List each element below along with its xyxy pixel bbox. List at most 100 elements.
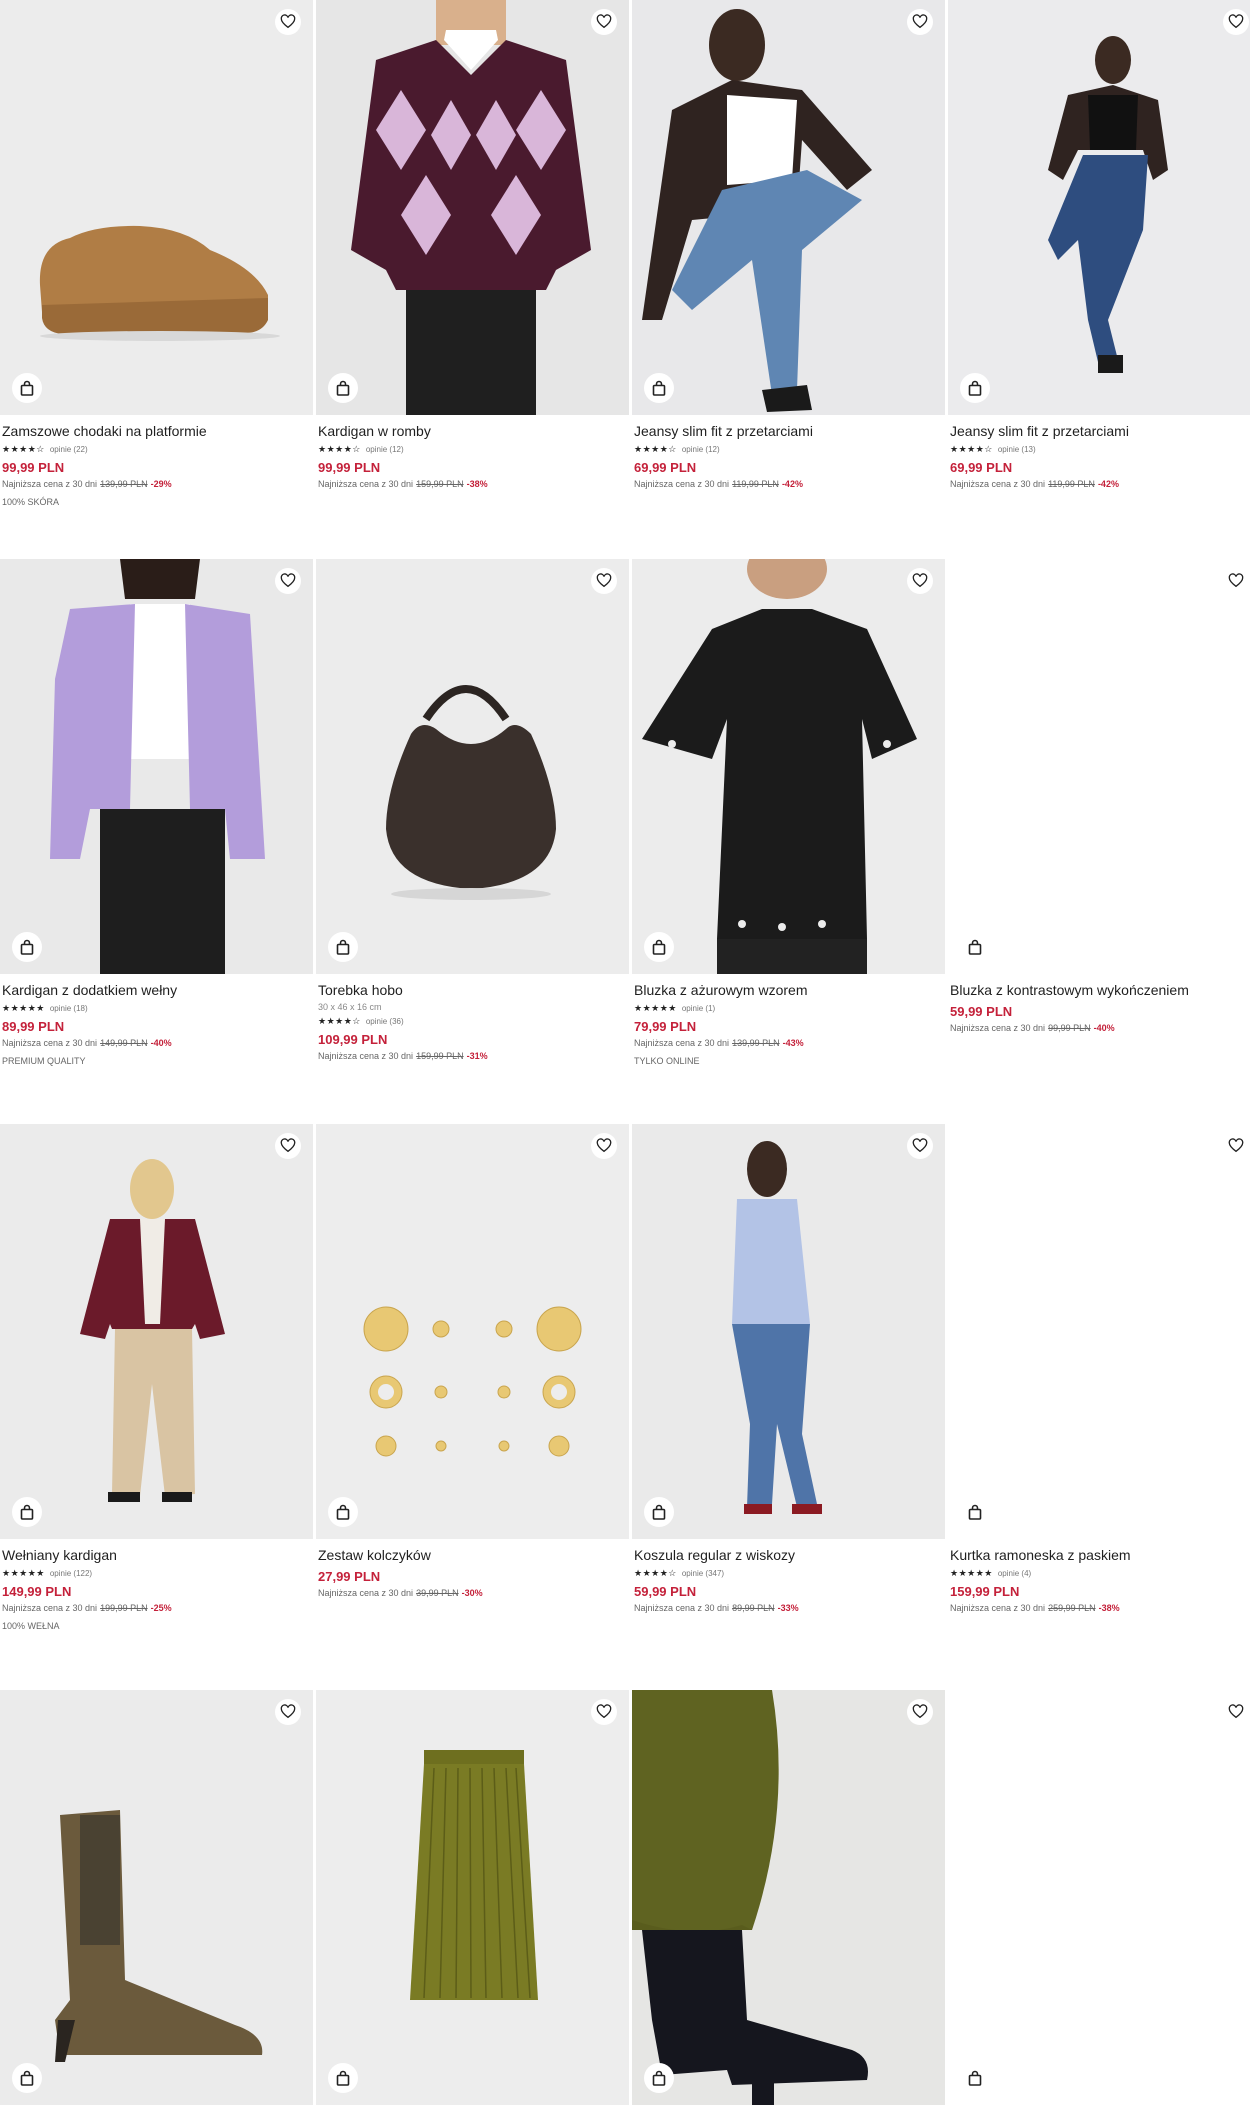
- product-name[interactable]: Kardigan w romby: [318, 423, 627, 440]
- product-card[interactable]: [632, 1690, 945, 2105]
- product-image[interactable]: [632, 1124, 945, 1539]
- product-name[interactable]: Kurtka ramoneska z paskiem: [950, 1547, 1250, 1564]
- product-name[interactable]: Bluzka z kontrastowym wykończeniem: [950, 982, 1250, 999]
- add-to-cart-button[interactable]: [328, 2063, 358, 2093]
- product-card[interactable]: [948, 1690, 1250, 2105]
- product-image[interactable]: [316, 0, 629, 415]
- favorite-button[interactable]: [1223, 568, 1249, 594]
- favorite-button[interactable]: [275, 9, 301, 35]
- product-card[interactable]: Torebka hobo 30 x 46 x 16 cm ★★★★☆ opinie…: [316, 559, 629, 1061]
- review-count[interactable]: opinie (1): [682, 1004, 715, 1013]
- add-to-cart-button[interactable]: [960, 373, 990, 403]
- product-image[interactable]: [0, 1690, 313, 2105]
- add-to-cart-button[interactable]: [960, 1497, 990, 1527]
- favorite-button[interactable]: [1223, 9, 1249, 35]
- lowest-price-info: Najniższa cena z 30 dni 89,99 PLN -33%: [634, 1603, 799, 1613]
- add-to-cart-button[interactable]: [12, 1497, 42, 1527]
- review-count[interactable]: opinie (347): [682, 1569, 724, 1578]
- add-to-cart-button[interactable]: [12, 373, 42, 403]
- lowest-price-info: Najniższa cena z 30 dni 139,99 PLN -43%: [634, 1038, 804, 1048]
- product-image[interactable]: [948, 1124, 1250, 1539]
- favorite-button[interactable]: [1223, 1133, 1249, 1159]
- product-card[interactable]: Kardigan z dodatkiem wełny ★★★★★ opinie (…: [0, 559, 313, 1066]
- product-image[interactable]: [316, 1690, 629, 2105]
- favorite-button[interactable]: [907, 1699, 933, 1725]
- heart-icon: [596, 14, 612, 30]
- add-to-cart-button[interactable]: [328, 373, 358, 403]
- favorite-button[interactable]: [1223, 1699, 1249, 1725]
- product-image[interactable]: [0, 1124, 313, 1539]
- add-to-cart-button[interactable]: [328, 1497, 358, 1527]
- add-to-cart-button[interactable]: [644, 932, 674, 962]
- product-image[interactable]: [316, 559, 629, 974]
- product-name[interactable]: Koszula regular z wiskozy: [634, 1547, 943, 1564]
- discount-badge: -25%: [150, 1603, 172, 1613]
- review-count[interactable]: opinie (22): [50, 445, 88, 454]
- favorite-button[interactable]: [591, 568, 617, 594]
- add-to-cart-button[interactable]: [960, 2063, 990, 2093]
- product-image[interactable]: [948, 559, 1250, 974]
- product-card[interactable]: Jeansy slim fit z przetarciami ★★★★☆ opin…: [948, 0, 1250, 489]
- product-price: 99,99 PLN: [318, 460, 381, 475]
- favorite-button[interactable]: [591, 1133, 617, 1159]
- product-card[interactable]: Kardigan w romby ★★★★☆ opinie (12) 99,99 …: [316, 0, 629, 489]
- product-name[interactable]: Torebka hobo: [318, 982, 627, 999]
- product-image[interactable]: [632, 1690, 945, 2105]
- add-to-cart-button[interactable]: [644, 373, 674, 403]
- product-image[interactable]: [948, 1690, 1250, 2105]
- review-count[interactable]: opinie (18): [50, 1004, 88, 1013]
- product-dimensions: 30 x 46 x 16 cm: [318, 1002, 382, 1012]
- favorite-button[interactable]: [907, 9, 933, 35]
- product-card[interactable]: Bluzka z kontrastowym wykończeniem 59,99…: [948, 559, 1250, 1033]
- shopping-bag-icon: [20, 939, 34, 955]
- favorite-button[interactable]: [275, 568, 301, 594]
- product-card[interactable]: Koszula regular z wiskozy ★★★★☆ opinie (3…: [632, 1124, 945, 1613]
- product-image[interactable]: [0, 0, 313, 415]
- heart-icon: [596, 1704, 612, 1720]
- review-count[interactable]: opinie (122): [50, 1569, 92, 1578]
- product-card[interactable]: Jeansy slim fit z przetarciami ★★★★☆ opin…: [632, 0, 945, 489]
- add-to-cart-button[interactable]: [960, 932, 990, 962]
- product-image[interactable]: [316, 1124, 629, 1539]
- product-card[interactable]: Kurtka ramoneska z paskiem ★★★★★ opinie (…: [948, 1124, 1250, 1613]
- favorite-button[interactable]: [275, 1699, 301, 1725]
- product-name[interactable]: Jeansy slim fit z przetarciami: [634, 423, 943, 440]
- review-count[interactable]: opinie (12): [366, 445, 404, 454]
- product-rating: ★★★★☆ opinie (13): [950, 443, 1250, 455]
- heart-icon: [1228, 1138, 1244, 1154]
- add-to-cart-button[interactable]: [12, 2063, 42, 2093]
- add-to-cart-button[interactable]: [644, 1497, 674, 1527]
- product-image[interactable]: [632, 559, 945, 974]
- product-image[interactable]: [632, 0, 945, 415]
- product-card[interactable]: [0, 1690, 313, 2105]
- add-to-cart-button[interactable]: [12, 932, 42, 962]
- product-name[interactable]: Zestaw kolczyków: [318, 1547, 627, 1564]
- rating-stars: ★★★★☆: [950, 443, 993, 454]
- product-name[interactable]: Jeansy slim fit z przetarciami: [950, 423, 1250, 440]
- product-card[interactable]: Zamszowe chodaki na platformie ★★★★☆ opin…: [0, 0, 313, 507]
- add-to-cart-button[interactable]: [328, 932, 358, 962]
- favorite-button[interactable]: [907, 568, 933, 594]
- product-image[interactable]: [948, 0, 1250, 415]
- product-name[interactable]: Wełniany kardigan: [2, 1547, 311, 1564]
- favorite-button[interactable]: [591, 9, 617, 35]
- review-count[interactable]: opinie (12): [682, 445, 720, 454]
- product-card[interactable]: Zestaw kolczyków 27,99 PLN Najniższa cen…: [316, 1124, 629, 1598]
- product-card[interactable]: [316, 1690, 629, 2105]
- product-price: 69,99 PLN: [634, 460, 697, 475]
- shopping-bag-icon: [336, 380, 350, 396]
- product-name[interactable]: Bluzka z ażurowym wzorem: [634, 982, 943, 999]
- favorite-button[interactable]: [591, 1699, 617, 1725]
- review-count[interactable]: opinie (4): [998, 1569, 1031, 1578]
- product-rating: ★★★★☆ opinie (22): [2, 443, 311, 455]
- review-count[interactable]: opinie (13): [998, 445, 1036, 454]
- favorite-button[interactable]: [907, 1133, 933, 1159]
- product-image[interactable]: [0, 559, 313, 974]
- product-name[interactable]: Zamszowe chodaki na platformie: [2, 423, 311, 440]
- product-card[interactable]: Wełniany kardigan ★★★★★ opinie (122) 149,…: [0, 1124, 313, 1631]
- product-name[interactable]: Kardigan z dodatkiem wełny: [2, 982, 311, 999]
- product-card[interactable]: Bluzka z ażurowym wzorem ★★★★★ opinie (1)…: [632, 559, 945, 1066]
- review-count[interactable]: opinie (36): [366, 1017, 404, 1026]
- favorite-button[interactable]: [275, 1133, 301, 1159]
- add-to-cart-button[interactable]: [644, 2063, 674, 2093]
